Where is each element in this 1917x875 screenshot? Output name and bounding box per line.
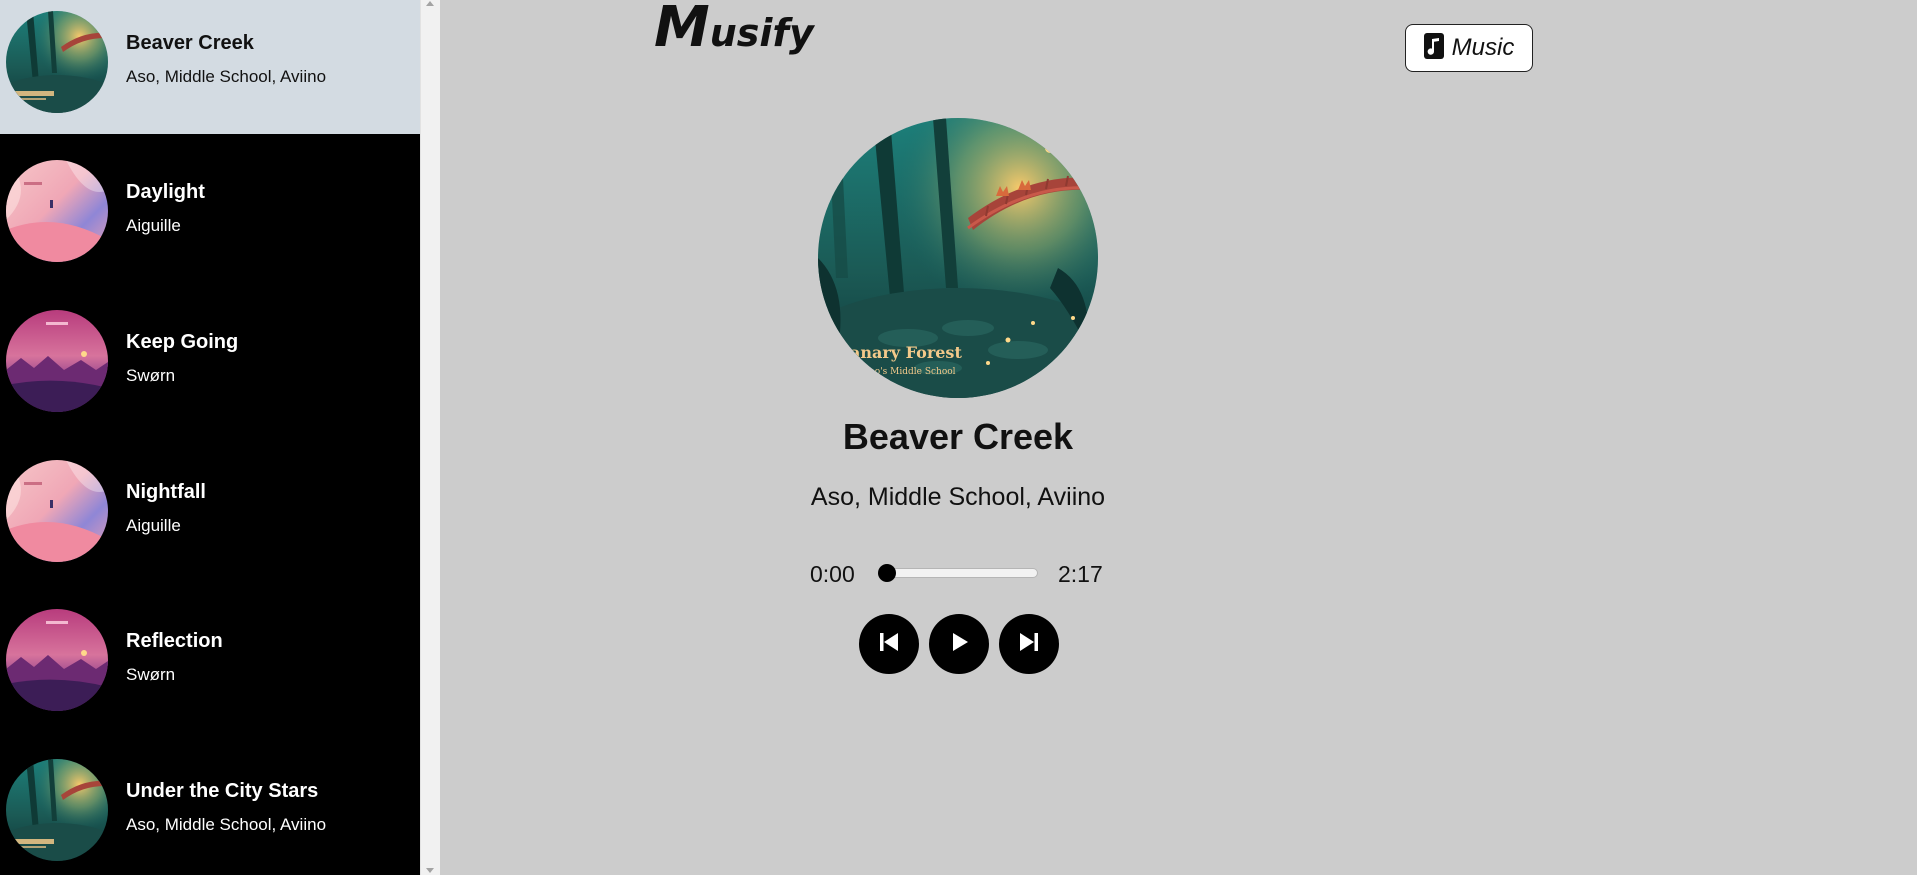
previous-track-button[interactable] [859,614,919,674]
track-title: Nightfall [126,481,206,503]
track-title: Beaver Creek [126,32,254,54]
cover-art-subtitle-text: Aviino's Middle School [851,367,956,377]
track-title: Keep Going [126,331,239,353]
music-nav-label: Music [1451,34,1515,61]
track-duration: 2:17 [1058,561,1103,587]
now-playing-title: Beaver Creek [842,416,1074,457]
track-artist: Aiguille [126,516,181,535]
logo-initial: M [654,0,710,60]
album-art-thumbnail [6,310,108,412]
music-note-icon [1423,32,1444,64]
playlist-item-nightfall[interactable]: Nightfall Aiguille [0,449,420,583]
track-artist: Aiguille [126,216,181,235]
logo-rest: usify [709,11,814,55]
playlist-item-beaver-creek[interactable]: Beaver Creek Aso, Middle School, Aviino [0,0,420,134]
current-time: 0:00 [810,561,855,587]
sidebar-scrollbar[interactable] [420,0,440,875]
next-track-button[interactable] [999,614,1059,674]
album-art-thumbnail [6,759,108,861]
track-title: Reflection [126,630,223,652]
track-artist: Swørn [126,665,176,684]
progress-slider[interactable] [878,564,1038,582]
track-title: Daylight [126,181,205,203]
playlist-item-daylight[interactable]: Daylight Aiguille [0,149,420,283]
album-art-thumbnail [6,460,108,562]
album-art-thumbnail [6,11,108,113]
cover-art-title-text: anary Forest [850,343,962,362]
track-artist: Aso, Middle School, Aviino [126,67,327,86]
now-playing-cover-art: anary Forest Aviino's Middle School [818,118,1098,398]
playlist-sidebar: Beaver Creek Aso, Middle School, Aviino … [0,0,420,875]
skip-next-icon [1017,630,1041,659]
playlist-item-reflection[interactable]: Reflection Swørn [0,598,420,732]
scroll-up-arrow-icon[interactable] [426,1,434,6]
playlist-item-under-the-city-stars[interactable]: Under the City Stars Aso, Middle School,… [0,748,420,875]
music-nav-button[interactable]: Music [1405,24,1533,72]
scroll-down-arrow-icon[interactable] [426,868,434,873]
track-artist: Swørn [126,366,176,385]
now-playing-artist: Aso, Middle School, Aviino [810,483,1106,511]
album-art-thumbnail [6,160,108,262]
skip-previous-icon [877,630,901,659]
track-title: Under the City Stars [126,780,319,802]
progress-knob[interactable] [878,564,896,582]
playlist-item-keep-going[interactable]: Keep Going Swørn [0,299,420,433]
play-button[interactable] [929,614,989,674]
album-art-thumbnail [6,609,108,711]
play-icon [947,630,971,659]
track-artist: Aso, Middle School, Aviino [126,815,327,834]
app-logo: Musify [654,0,814,56]
